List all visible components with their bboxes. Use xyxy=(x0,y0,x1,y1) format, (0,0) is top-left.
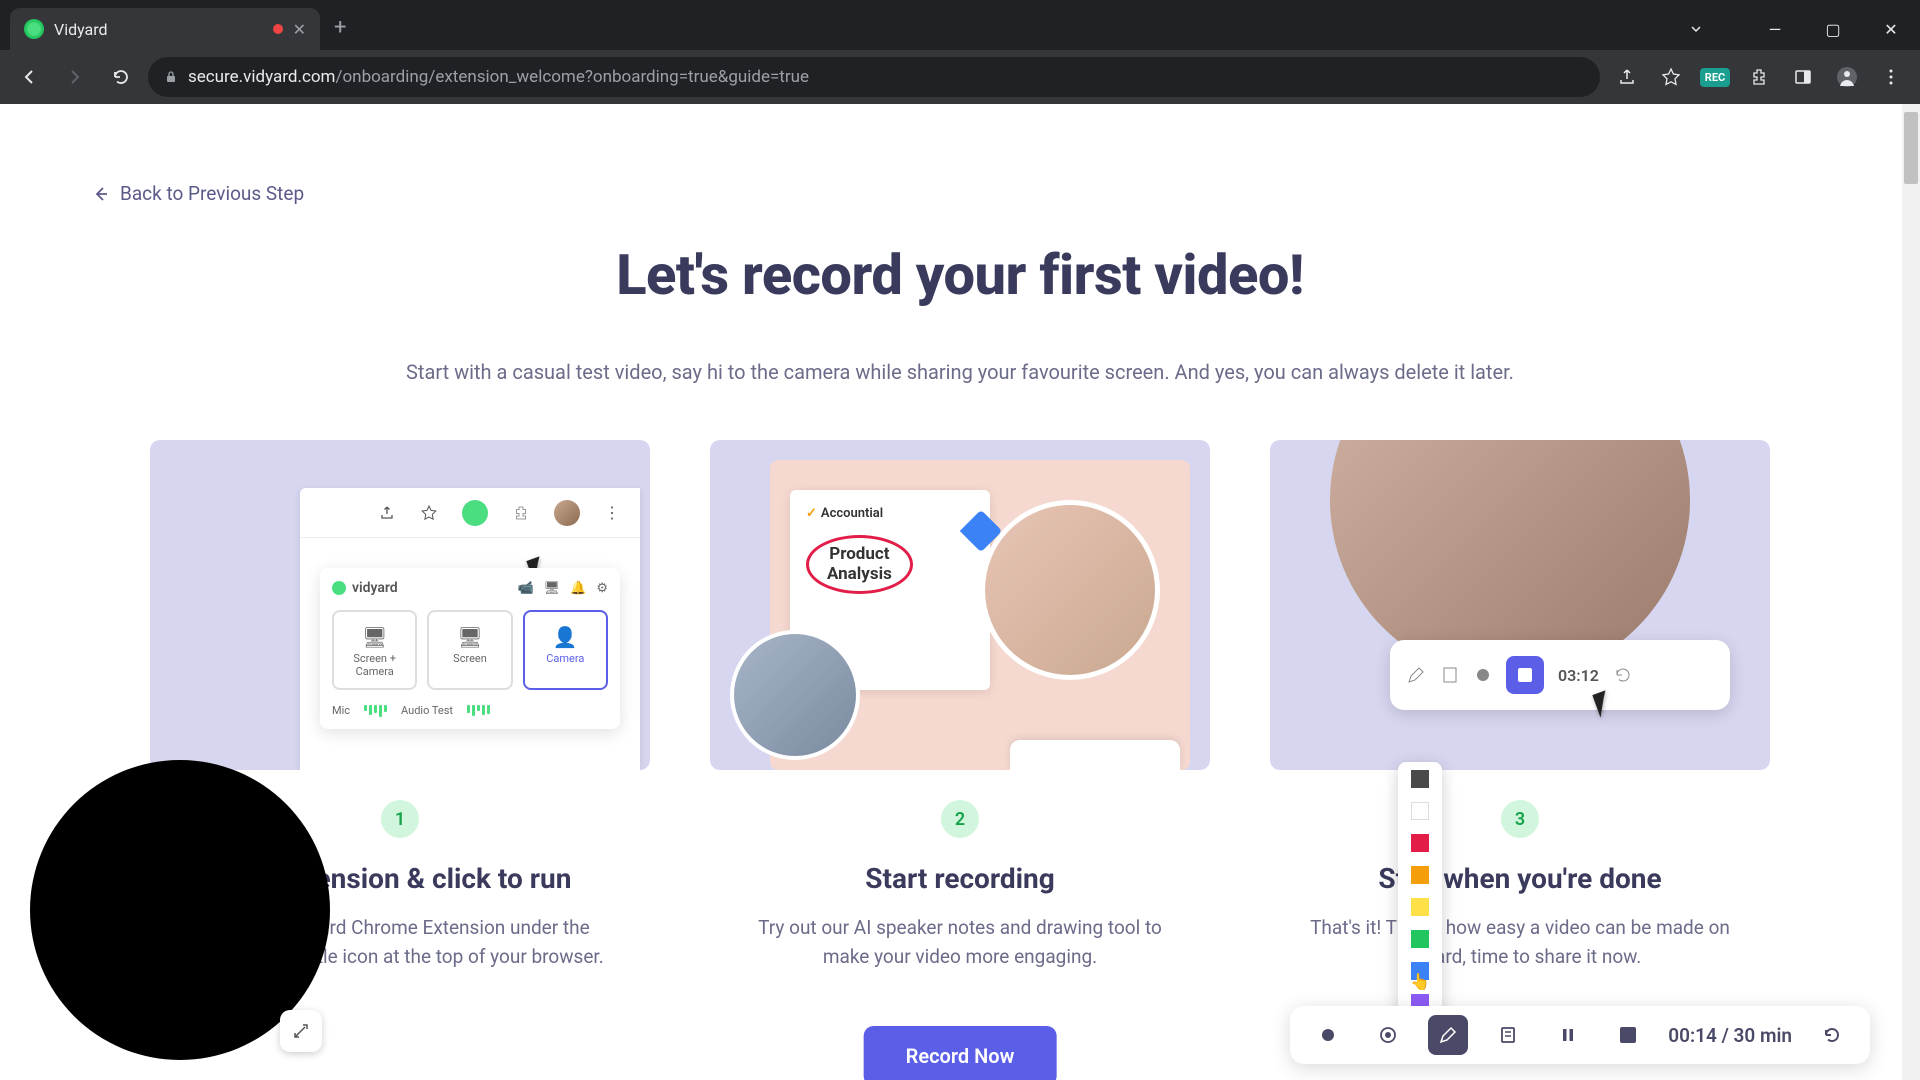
color-swatch-gray[interactable] xyxy=(1411,770,1429,788)
record-button[interactable] xyxy=(1308,1015,1348,1055)
timer-label: 03:12 xyxy=(1558,666,1599,685)
vidyard-ext-icon xyxy=(462,500,488,526)
notes-icon xyxy=(1440,665,1460,685)
notes-icon xyxy=(1498,1025,1518,1045)
profile-button[interactable] xyxy=(1828,58,1866,96)
url-domain: secure.vidyard.com xyxy=(188,67,335,87)
avatar-icon xyxy=(554,500,580,526)
menu-button[interactable] xyxy=(1872,58,1910,96)
restart-icon xyxy=(1821,1024,1843,1046)
step-3-title: Stop when you're done xyxy=(1270,862,1770,895)
nav-forward-button[interactable] xyxy=(56,58,94,96)
color-picker: 👆 xyxy=(1398,762,1442,1020)
arrow-left-icon xyxy=(90,184,110,204)
blur-icon xyxy=(1377,1024,1399,1046)
step-number: 1 xyxy=(381,800,419,838)
close-window-button[interactable]: ✕ xyxy=(1862,20,1920,39)
step-1-thumbnail: ⋮ vidyard 📹🖥🔔⚙ 🖥Screen + Camera 🖥Screen … xyxy=(150,440,650,770)
star-icon xyxy=(420,504,438,522)
back-link-label: Back to Previous Step xyxy=(120,182,304,205)
share-button[interactable] xyxy=(1608,58,1646,96)
step-3-desc: That's it! This is how easy a video can … xyxy=(1270,913,1770,972)
tab-title: Vidyard xyxy=(54,20,108,39)
cursor-icon xyxy=(1596,692,1610,716)
stop-icon xyxy=(1620,1027,1636,1043)
url-path: /onboarding/extension_welcome?onboarding… xyxy=(335,67,809,87)
notes-button[interactable] xyxy=(1488,1015,1528,1055)
reload-button[interactable] xyxy=(102,58,140,96)
page-content: Back to Previous Step Let's record your … xyxy=(0,104,1920,1080)
step-number: 2 xyxy=(941,800,979,838)
cursor-pointer-icon: 👆 xyxy=(1410,972,1430,991)
blur-button[interactable] xyxy=(1368,1015,1408,1055)
color-swatch-green[interactable] xyxy=(1411,930,1429,948)
recording-dot-icon xyxy=(273,24,283,34)
color-swatch-red[interactable] xyxy=(1411,834,1429,852)
step-card-3: 03:12 3 Stop when you're done That's it!… xyxy=(1270,440,1770,972)
extension-popup: vidyard 📹🖥🔔⚙ 🖥Screen + Camera 🖥Screen 👤C… xyxy=(320,568,620,729)
page-subtitle: Start with a casual test video, say hi t… xyxy=(0,360,1920,384)
address-bar: secure.vidyard.com/onboarding/extension_… xyxy=(0,50,1920,104)
expand-icon xyxy=(292,1022,310,1040)
expand-camera-button[interactable] xyxy=(280,1010,322,1052)
step-card-2: Accountial ProductAnalysis 2 Start recor… xyxy=(710,440,1210,972)
nav-back-button[interactable] xyxy=(10,58,48,96)
scrollbar[interactable] xyxy=(1902,104,1920,1080)
share-icon xyxy=(378,504,396,522)
color-swatch-white[interactable] xyxy=(1411,802,1429,820)
pause-icon xyxy=(1559,1026,1577,1044)
step-3-thumbnail: 03:12 xyxy=(1270,440,1770,770)
step-2-thumbnail: Accountial ProductAnalysis xyxy=(710,440,1210,770)
draw-button[interactable] xyxy=(1428,1015,1468,1055)
kebab-icon: ⋮ xyxy=(604,503,620,522)
minimize-button[interactable]: — xyxy=(1746,20,1804,39)
close-tab-button[interactable]: ✕ xyxy=(293,20,306,39)
sidepanel-button[interactable] xyxy=(1784,58,1822,96)
new-tab-button[interactable]: + xyxy=(334,15,346,40)
color-swatch-yellow[interactable] xyxy=(1411,898,1429,916)
maximize-button[interactable]: ▢ xyxy=(1804,20,1862,39)
puzzle-icon xyxy=(512,504,530,522)
browser-tab-strip: Vidyard ✕ + — ▢ ✕ xyxy=(0,0,1920,50)
tab-dropdown-button[interactable] xyxy=(1688,21,1746,37)
pen-icon xyxy=(1438,1025,1458,1045)
extensions-button[interactable] xyxy=(1740,58,1778,96)
recording-timer: 00:14 / 30 min xyxy=(1668,1024,1792,1047)
pause-button[interactable] xyxy=(1548,1015,1588,1055)
page-title: Let's record your first video! xyxy=(0,242,1920,308)
stop-button xyxy=(1506,656,1544,694)
stop-button[interactable] xyxy=(1608,1015,1648,1055)
step-2-desc: Try out our AI speaker notes and drawing… xyxy=(710,913,1210,972)
record-now-button[interactable]: Record Now xyxy=(864,1026,1057,1080)
restart-button[interactable] xyxy=(1812,1015,1852,1055)
step-number: 3 xyxy=(1501,800,1539,838)
photo-bubble xyxy=(980,500,1160,680)
window-controls: — ▢ ✕ xyxy=(1688,8,1920,50)
back-to-previous-link[interactable]: Back to Previous Step xyxy=(90,182,304,205)
browser-tab[interactable]: Vidyard ✕ xyxy=(10,8,320,50)
tab-favicon xyxy=(24,19,44,39)
restart-icon xyxy=(1613,665,1633,685)
lock-icon xyxy=(164,70,178,84)
record-dot-icon xyxy=(1474,666,1492,684)
extension-rec-badge[interactable]: REC xyxy=(1696,58,1734,96)
recording-toolbar: 00:14 / 30 min xyxy=(1290,1006,1870,1064)
url-input[interactable]: secure.vidyard.com/onboarding/extension_… xyxy=(148,57,1600,97)
pip-bubble xyxy=(730,630,860,760)
bookmark-button[interactable] xyxy=(1652,58,1690,96)
step-2-title: Start recording xyxy=(710,862,1210,895)
pen-icon xyxy=(1406,665,1426,685)
color-swatch-orange[interactable] xyxy=(1411,866,1429,884)
